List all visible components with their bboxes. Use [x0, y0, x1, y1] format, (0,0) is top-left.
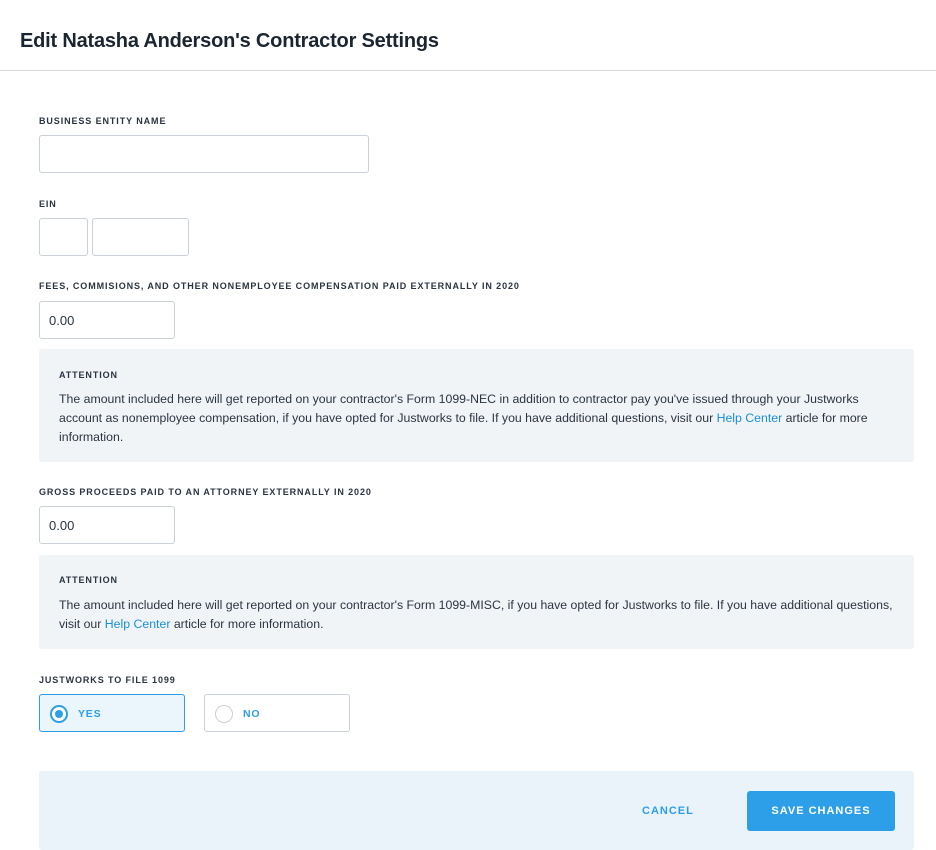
gross-proceeds-notice-title: ATTENTION	[59, 575, 118, 585]
business-entity-input[interactable]	[39, 135, 369, 173]
fees-label: FEES, COMMISIONS, AND OTHER NONEMPLOYEE …	[39, 281, 520, 291]
file-1099-no-label: NO	[243, 708, 261, 720]
gross-proceeds-notice-text: The amount included here will get report…	[59, 596, 899, 634]
page-title: Edit Natasha Anderson's Contractor Setti…	[20, 30, 439, 52]
fees-help-center-link[interactable]: Help Center	[717, 411, 783, 425]
radio-selected-icon	[50, 705, 68, 723]
gross-proceeds-label: GROSS PROCEEDS PAID TO AN ATTORNEY EXTER…	[39, 487, 372, 497]
form-footer: CANCEL SAVE CHANGES	[39, 771, 914, 850]
page-header: Edit Natasha Anderson's Contractor Setti…	[0, 0, 936, 71]
fees-notice-text: The amount included here will get report…	[59, 390, 899, 447]
fees-notice-title: ATTENTION	[59, 370, 118, 380]
fees-amount-input[interactable]	[39, 301, 175, 339]
ein-label: EIN	[39, 199, 57, 209]
gross-proceeds-attention-notice: ATTENTION The amount included here will …	[39, 555, 914, 649]
gross-proceeds-amount-input[interactable]	[39, 506, 175, 544]
business-entity-label: BUSINESS ENTITY NAME	[39, 116, 167, 126]
fees-attention-notice: ATTENTION The amount included here will …	[39, 349, 914, 462]
save-changes-button[interactable]: SAVE CHANGES	[747, 791, 895, 831]
ein-suffix-input[interactable]	[92, 218, 189, 256]
ein-prefix-input[interactable]	[39, 218, 88, 256]
gross-proceeds-notice-text-after: article for more information.	[170, 617, 324, 631]
radio-unselected-icon	[215, 705, 233, 723]
file-1099-label: JUSTWORKS TO FILE 1099	[39, 675, 176, 685]
file-1099-no-option[interactable]: NO	[204, 694, 350, 732]
file-1099-yes-label: YES	[78, 708, 102, 720]
gross-proceeds-help-center-link[interactable]: Help Center	[105, 617, 171, 631]
file-1099-yes-option[interactable]: YES	[39, 694, 185, 732]
cancel-button[interactable]: CANCEL	[642, 801, 694, 821]
